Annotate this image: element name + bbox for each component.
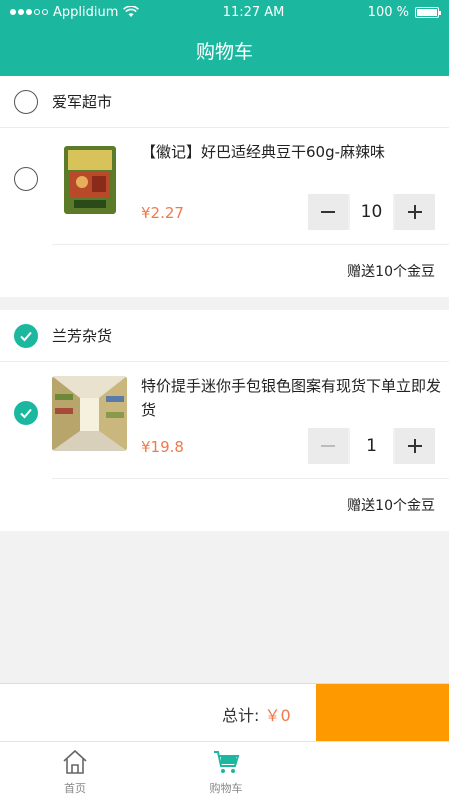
status-time: 11:27 AM [222, 4, 285, 20]
cart-item: 【徽记】好巴适经典豆干60g-麻辣味 ¥2.27 10 [14, 128, 449, 245]
decrease-button[interactable] [308, 194, 348, 230]
item-select-radio[interactable] [14, 167, 38, 191]
app-header: Applidium 11:27 AM 100 % 购物车 [0, 0, 449, 76]
tab-cart[interactable]: 购物车 [189, 748, 263, 796]
total-amount: ￥0 [264, 706, 291, 725]
quantity-stepper: 10 [308, 194, 435, 230]
shop-name: 爱军超市 [52, 93, 113, 111]
quantity-stepper: 1 [308, 428, 435, 464]
plus-icon [408, 439, 422, 453]
product-price: ¥19.8 [141, 438, 184, 456]
wifi-icon [123, 6, 140, 17]
increase-button[interactable] [395, 428, 435, 464]
bonus-text: 赠送10个金豆 [347, 264, 435, 280]
home-icon [63, 749, 87, 774]
battery-percent: 100 % [367, 4, 409, 20]
checkout-bar: 总计: ￥0 [0, 683, 449, 742]
signal-icon [10, 9, 48, 15]
status-left: Applidium [10, 4, 140, 20]
shop-name: 兰芳杂货 [52, 327, 113, 345]
decrease-button[interactable] [308, 428, 348, 464]
total-summary: 总计: ￥0 [222, 702, 291, 726]
page-title: 购物车 [195, 40, 253, 63]
tab-home[interactable]: 首页 [38, 748, 112, 796]
product-title[interactable]: 【徽记】好巴适经典豆干60g-麻辣味 [141, 140, 441, 164]
status-right: 100 % [367, 4, 441, 20]
shop-select-radio[interactable] [14, 89, 38, 114]
cart-item: 特价提手迷你手包银色图案有现货下单立即发货 ¥19.8 1 [14, 362, 449, 479]
cart-icon [214, 751, 240, 773]
quantity-value[interactable]: 1 [350, 428, 393, 464]
checkout-button[interactable] [316, 684, 449, 742]
status-bar: Applidium 11:27 AM 100 % [0, 0, 449, 24]
battery-icon [414, 6, 441, 18]
tab-label: 购物车 [209, 782, 243, 795]
quantity-value[interactable]: 10 [350, 194, 393, 230]
product-title[interactable]: 特价提手迷你手包银色图案有现货下单立即发货 [141, 374, 441, 422]
plus-icon [408, 205, 422, 219]
increase-button[interactable] [395, 194, 435, 230]
product-image[interactable] [52, 376, 127, 451]
shop-section: 爱军超市 【徽记】好巴适经典豆干60g-麻辣味 ¥2.27 10 赠送10个金豆 [0, 76, 449, 297]
product-image[interactable] [52, 142, 127, 217]
product-price: ¥2.27 [141, 204, 184, 222]
minus-icon [321, 211, 335, 213]
shop-header: 兰芳杂货 [0, 310, 449, 362]
checkmark-icon [20, 331, 32, 341]
tab-label: 首页 [64, 782, 86, 795]
bonus-text: 赠送10个金豆 [347, 498, 435, 514]
shop-header: 爱军超市 [0, 76, 449, 128]
item-select-radio[interactable] [14, 401, 38, 425]
minus-icon [321, 445, 335, 447]
checkmark-icon [20, 408, 32, 419]
shop-section: 兰芳杂货 特价提手迷你手包银色图案有现货下单立即发货 ¥19.8 1 赠送10个… [0, 310, 449, 531]
shop-select-radio[interactable] [14, 323, 38, 348]
tab-bar: 首页 购物车 [0, 741, 449, 800]
total-label: 总计: [222, 706, 260, 725]
carrier-name: Applidium [53, 4, 119, 20]
